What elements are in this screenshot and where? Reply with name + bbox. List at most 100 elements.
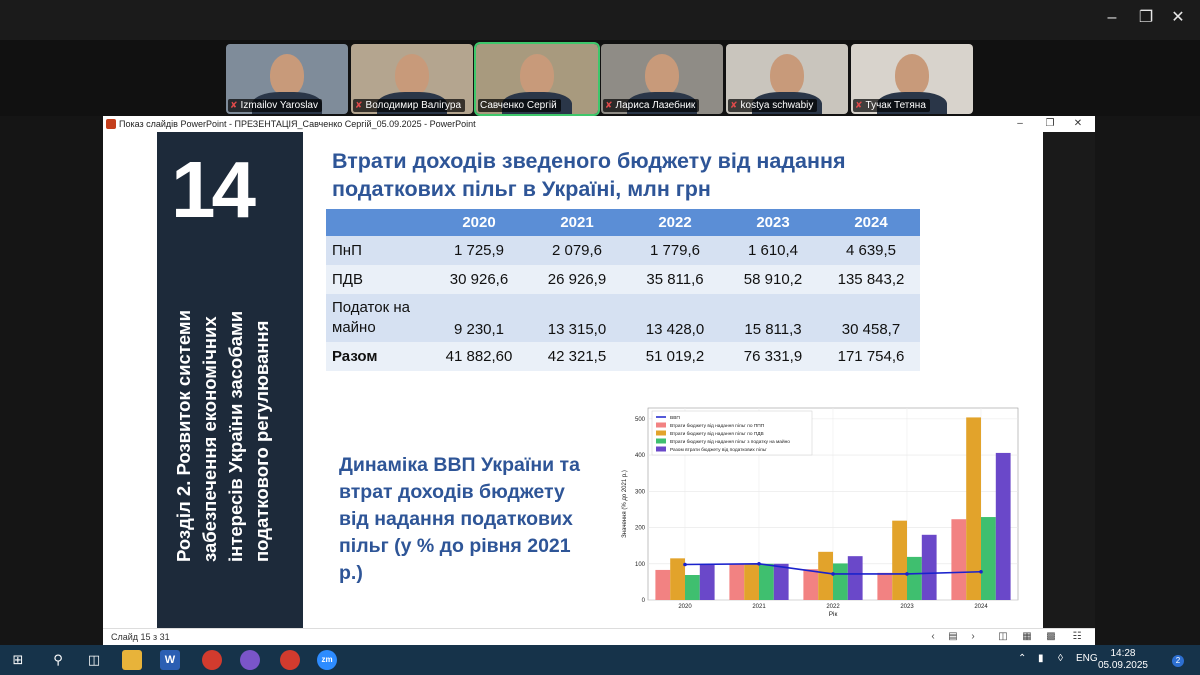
reading-view-icon[interactable]: ▩ (1043, 631, 1059, 642)
task-view-icon[interactable]: ◫ (84, 650, 104, 670)
participant-tile[interactable]: ✘ Володимир Валігура (351, 44, 473, 114)
normal-view-icon[interactable]: ◫ (995, 631, 1011, 642)
tray-chevron-icon[interactable]: ⌃ (1018, 653, 1026, 664)
participant-name: ✘ kostya schwabiy (728, 99, 818, 112)
ppt-restore-icon[interactable]: ❐ (1043, 117, 1057, 131)
slide: 14 Розділ 2. Розвиток системи забезпечен… (103, 132, 1043, 628)
file-explorer-icon[interactable] (122, 650, 142, 670)
table-cell: 2 079,6 (528, 236, 626, 265)
legend-swatch (656, 446, 666, 452)
table-header-cell: 2022 (626, 209, 724, 236)
legend-label: Втрати бюджету від надання пільг по ППП (670, 423, 765, 429)
x-tick-label: 2023 (900, 604, 914, 610)
participant-avatar (520, 54, 554, 96)
x-tick-label: 2024 (974, 604, 988, 610)
participant-tile[interactable]: ✘ Тучак Тетяна (851, 44, 973, 114)
wifi-icon[interactable]: ◊ (1058, 653, 1063, 664)
table-cell: 171 754,6 (822, 342, 920, 371)
chart-bar (907, 556, 922, 600)
minimize-icon[interactable]: – (1096, 6, 1128, 30)
chart-bar (981, 517, 996, 600)
chrome-icon[interactable] (202, 650, 222, 670)
notifications-badge[interactable]: 2 (1172, 655, 1184, 667)
prev-slide-icon[interactable]: ‹ (925, 631, 941, 642)
battery-icon[interactable]: ▮ (1038, 653, 1044, 664)
table-row: ПнП 1 725,9 2 079,6 1 779,6 1 610,4 4 63… (326, 236, 920, 265)
viber-icon[interactable] (240, 650, 260, 670)
participant-tile[interactable]: ✘ Лариса Лазебник (601, 44, 723, 114)
word-icon[interactable]: W (160, 650, 180, 670)
row-label: Податок на майно (326, 294, 430, 342)
table-cell: 26 926,9 (528, 265, 626, 294)
legend-swatch (656, 438, 666, 444)
sorter-view-icon[interactable]: ▦ (1019, 631, 1035, 642)
ppt-title-bar: Показ слайдів PowerPoint - ПРЕЗЕНТАЦІЯ_С… (103, 116, 1095, 132)
participant-tile[interactable]: Савченко Сергій (474, 42, 600, 116)
table-cell: 1 779,6 (626, 236, 724, 265)
x-tick-label: 2021 (752, 604, 766, 610)
close-icon[interactable]: ✕ (1162, 6, 1194, 30)
chart-bar (833, 563, 848, 600)
clock[interactable]: 14:28 05.09.2025 (1098, 648, 1148, 672)
slide-title: Втрати доходів зведеного бюджету від над… (332, 149, 846, 201)
legend-label: Втрати бюджету від надання пільг по ПДВ (670, 431, 764, 437)
participant-name-text: Тучак Тетяна (865, 100, 926, 111)
windows-start-icon[interactable]: ⊞ (8, 650, 28, 670)
chart-bar (685, 575, 700, 600)
language-indicator[interactable]: ENG (1076, 653, 1098, 664)
table-header-cell: 2023 (724, 209, 822, 236)
table-header-cell (326, 209, 430, 236)
participant-tile[interactable]: ✘ Izmailov Yaroslav (226, 44, 348, 114)
y-tick-label: 200 (635, 526, 646, 532)
table-header-cell: 2020 (430, 209, 528, 236)
search-icon[interactable]: ⚲ (48, 650, 68, 670)
y-tick-label: 0 (642, 598, 646, 604)
chart-bar (759, 563, 774, 600)
y-tick-label: 100 (635, 562, 646, 568)
chart: 0 100 200 300 400 500 2020 2021 2022 2023 2024 Рік З… (614, 394, 1032, 622)
chart-bar (995, 452, 1011, 600)
slide-side-bg (1043, 132, 1095, 628)
table-cell: 76 331,9 (724, 342, 822, 371)
y-tick-label: 500 (635, 417, 646, 423)
legend-label: Разом втрати бюджету від податкових піль… (670, 447, 767, 453)
restore-icon[interactable]: ❐ (1130, 6, 1162, 30)
table-header-cell: 2021 (528, 209, 626, 236)
mic-muted-icon: ✘ (230, 100, 238, 110)
slide-menu-icon[interactable]: ▤ (945, 631, 961, 642)
participant-gallery (0, 40, 1200, 116)
chart-bar (699, 564, 715, 600)
zoom-app-icon[interactable]: zm (317, 650, 337, 670)
losses-table: 2020 2021 2022 2023 2024 ПнП 1 725,9 2 0… (326, 209, 920, 371)
chart-bar (951, 519, 967, 600)
section-title: Розділ 2. Розвиток системи забезпечення … (173, 310, 272, 562)
slideshow-view-icon[interactable]: ☷ (1069, 631, 1085, 642)
participant-name: Савченко Сергій (478, 99, 561, 112)
row-label: Разом (326, 342, 430, 371)
table-cell: 13 315,0 (528, 294, 626, 342)
mic-muted-icon: ✘ (730, 100, 738, 110)
chart-bar (877, 572, 893, 600)
table-cell: 4 639,5 (822, 236, 920, 265)
participant-name: ✘ Лариса Лазебник (603, 99, 700, 112)
participant-avatar (770, 54, 804, 96)
table-cell: 42 321,5 (528, 342, 626, 371)
participant-tile[interactable]: ✘ kostya schwabiy (726, 44, 848, 114)
x-tick-label: 2020 (678, 604, 692, 610)
ppt-window-title: Показ слайдів PowerPoint - ПРЕЗЕНТАЦІЯ_С… (119, 119, 476, 129)
next-slide-icon[interactable]: › (965, 631, 981, 642)
chart-bar (773, 563, 789, 600)
table-header-cell: 2024 (822, 209, 920, 236)
ppt-minimize-icon[interactable]: – (1013, 117, 1027, 131)
table-row-total: Разом 41 882,60 42 321,5 51 019,2 76 331… (326, 342, 920, 371)
ppt-close-icon[interactable]: ✕ (1071, 117, 1085, 131)
legend-swatch (656, 430, 666, 436)
legend-label: ВВП (670, 415, 680, 421)
mic-muted-icon: ✘ (855, 100, 863, 110)
mic-muted-icon: ✘ (605, 100, 613, 110)
table-cell: 58 910,2 (724, 265, 822, 294)
table-cell: 9 230,1 (430, 294, 528, 342)
chart-bar (803, 569, 819, 600)
slide-left-panel: 14 Розділ 2. Розвиток системи забезпечен… (157, 132, 303, 628)
chrome-icon[interactable] (280, 650, 300, 670)
